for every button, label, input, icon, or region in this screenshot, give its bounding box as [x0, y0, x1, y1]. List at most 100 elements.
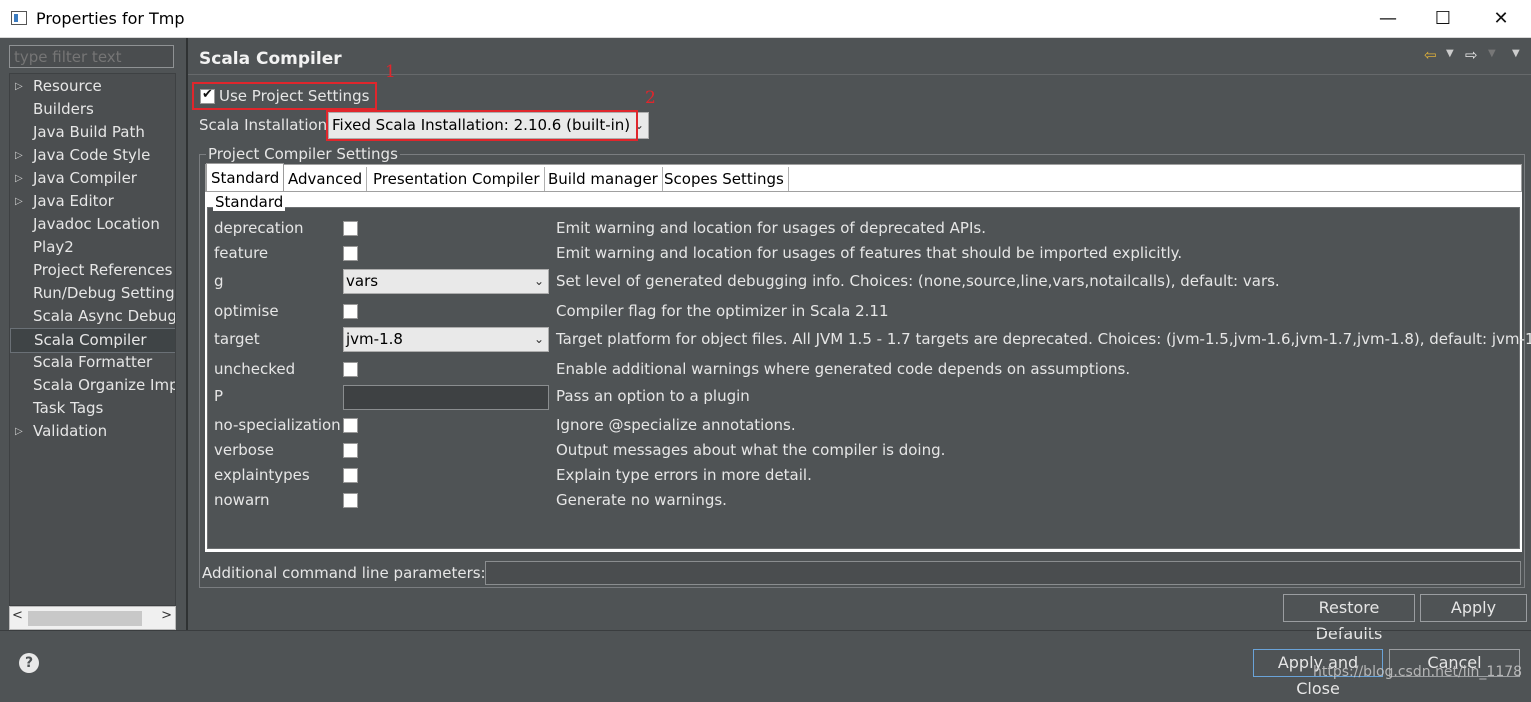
option-name: P [214, 387, 224, 405]
sidebar-item[interactable]: Scala Formatter [10, 351, 175, 374]
filter-input[interactable] [9, 45, 174, 68]
sidebar-item[interactable]: Scala Compiler [10, 328, 175, 353]
expand-arrow-icon[interactable]: ▷ [15, 144, 23, 167]
help-icon[interactable]: ? [19, 653, 39, 673]
expand-arrow-icon[interactable]: ▷ [15, 190, 23, 213]
chevron-down-icon: ⌄ [533, 274, 544, 288]
sidebar-item-label: Scala Organize Imports [33, 376, 176, 394]
view-menu-icon[interactable]: ▼ [1512, 48, 1520, 59]
sidebar-item-label: Java Build Path [33, 123, 145, 141]
panel-splitter[interactable] [186, 38, 188, 630]
expand-arrow-icon[interactable]: ▷ [15, 167, 23, 190]
option-text-input[interactable] [343, 385, 549, 410]
sidebar-item[interactable]: Task Tags [10, 397, 175, 420]
scrollbar-thumb[interactable] [28, 611, 142, 626]
sidebar-item[interactable]: Builders [10, 98, 175, 121]
option-description: Compiler flag for the optimizer in Scala… [556, 302, 889, 320]
apply-button[interactable]: Apply [1420, 594, 1527, 622]
option-checkbox[interactable] [343, 221, 358, 236]
window-title-bar: Properties for Tmp — ☐ ✕ [0, 0, 1531, 38]
scroll-right-icon[interactable]: > [161, 608, 172, 623]
sidebar-item-label: Builders [33, 100, 94, 118]
option-combo[interactable]: jvm-1.8 ⌄ [343, 327, 549, 352]
sidebar-item[interactable]: ▷ Validation [10, 420, 175, 443]
option-checkbox[interactable] [343, 246, 358, 261]
restore-defaults-button[interactable]: Restore Defaults [1283, 594, 1415, 643]
option-combo[interactable]: vars ⌄ [343, 269, 549, 294]
annotation-label-1: 1 [385, 62, 396, 82]
back-arrow-icon[interactable]: ⇦ [1424, 46, 1437, 64]
scroll-left-icon[interactable]: < [12, 608, 23, 623]
option-checkbox[interactable] [343, 418, 358, 433]
window-title: Properties for Tmp [36, 9, 185, 28]
sidebar-item-label: Project References [33, 261, 173, 279]
option-checkbox[interactable] [343, 443, 358, 458]
tab-presentation-compiler[interactable]: Presentation Compiler [369, 167, 545, 191]
option-description: Target platform for object files. All JV… [556, 330, 1531, 348]
sidebar-item-label: Java Compiler [33, 169, 137, 187]
option-name: verbose [214, 441, 275, 459]
option-checkbox[interactable] [343, 468, 358, 483]
sidebar-item[interactable]: Scala Organize Imports [10, 374, 176, 397]
sidebar-item-label: Scala Async Debugger [33, 307, 176, 325]
sidebar-item[interactable]: ▷ Resource [10, 75, 175, 98]
option-description: Emit warning and location for usages of … [556, 219, 986, 237]
option-checkbox[interactable] [343, 493, 358, 508]
sidebar-item[interactable]: Run/Debug Settings [10, 282, 176, 305]
forward-menu-chevron-icon[interactable]: ▼ [1488, 48, 1496, 59]
tab-build-manager[interactable]: Build manager [544, 167, 663, 191]
maximize-button[interactable]: ☐ [1415, 0, 1471, 38]
expand-arrow-icon[interactable]: ▷ [15, 420, 23, 443]
option-description: Emit warning and location for usages of … [556, 244, 1183, 262]
option-description: Pass an option to a plugin [556, 387, 750, 405]
watermark-text: https://blog.csdn.net/lin_1178 [1313, 664, 1523, 680]
additional-params-input[interactable] [485, 561, 1521, 585]
expand-arrow-icon[interactable]: ▷ [15, 75, 23, 98]
option-name: feature [214, 244, 269, 262]
sidebar-item[interactable]: ▷ Java Compiler [10, 167, 175, 190]
sidebar-item-label: Run/Debug Settings [33, 284, 176, 302]
sidebar-item[interactable]: Play2 [10, 236, 175, 259]
option-description: Output messages about what the compiler … [556, 441, 946, 459]
option-name: deprecation [214, 219, 304, 237]
option-name: explaintypes [214, 466, 310, 484]
annotation-label-2: 2 [645, 88, 656, 108]
tab-standard[interactable]: Standard [206, 163, 285, 191]
sidebar-item-label: Scala Formatter [33, 353, 153, 371]
sidebar-item-label: Javadoc Location [33, 215, 160, 233]
annotation-box-2 [326, 110, 638, 141]
tab-advanced[interactable]: Advanced [284, 167, 368, 191]
option-name: nowarn [214, 491, 270, 509]
sidebar-item-label: Resource [33, 77, 102, 95]
option-combo-value: vars [346, 272, 379, 290]
sidebar-item[interactable]: Project References [10, 259, 175, 282]
additional-params-label: Additional command line parameters: [202, 564, 486, 582]
footer-separator [0, 630, 1531, 631]
option-checkbox[interactable] [343, 304, 358, 319]
sidebar-item[interactable]: ▷ Java Editor [10, 190, 175, 213]
sidebar-item[interactable]: Scala Async Debugger [10, 305, 176, 328]
minimize-button[interactable]: — [1360, 0, 1416, 38]
option-description: Generate no warnings. [556, 491, 727, 509]
sidebar-item-label: Scala Compiler [34, 331, 147, 349]
option-name: no-specialization [214, 416, 341, 434]
option-description: Explain type errors in more detail. [556, 466, 812, 484]
sidebar-item[interactable]: Java Build Path [10, 121, 175, 144]
option-description: Ignore @specialize annotations. [556, 416, 796, 434]
group-label: Project Compiler Settings [206, 145, 400, 163]
use-project-settings-label[interactable]: Use Project Settings [219, 87, 369, 105]
sidebar-item[interactable]: Javadoc Location [10, 213, 175, 236]
option-name: unchecked [214, 360, 296, 378]
tab-scopes-settings[interactable]: Scopes Settings [660, 167, 789, 191]
tree-horizontal-scrollbar[interactable]: < > [9, 606, 176, 630]
option-checkbox[interactable] [343, 362, 358, 377]
sidebar-item[interactable]: ▷ Java Code Style [10, 144, 175, 167]
option-name: optimise [214, 302, 279, 320]
sidebar-item-label: Task Tags [33, 399, 104, 417]
use-project-settings-checkbox[interactable] [200, 87, 215, 104]
close-button[interactable]: ✕ [1473, 0, 1529, 38]
sidebar-item-label: Java Editor [33, 192, 114, 210]
window-properties-icon [11, 11, 27, 25]
forward-arrow-icon[interactable]: ⇨ [1465, 46, 1478, 64]
back-menu-chevron-icon[interactable]: ▼ [1446, 48, 1454, 59]
